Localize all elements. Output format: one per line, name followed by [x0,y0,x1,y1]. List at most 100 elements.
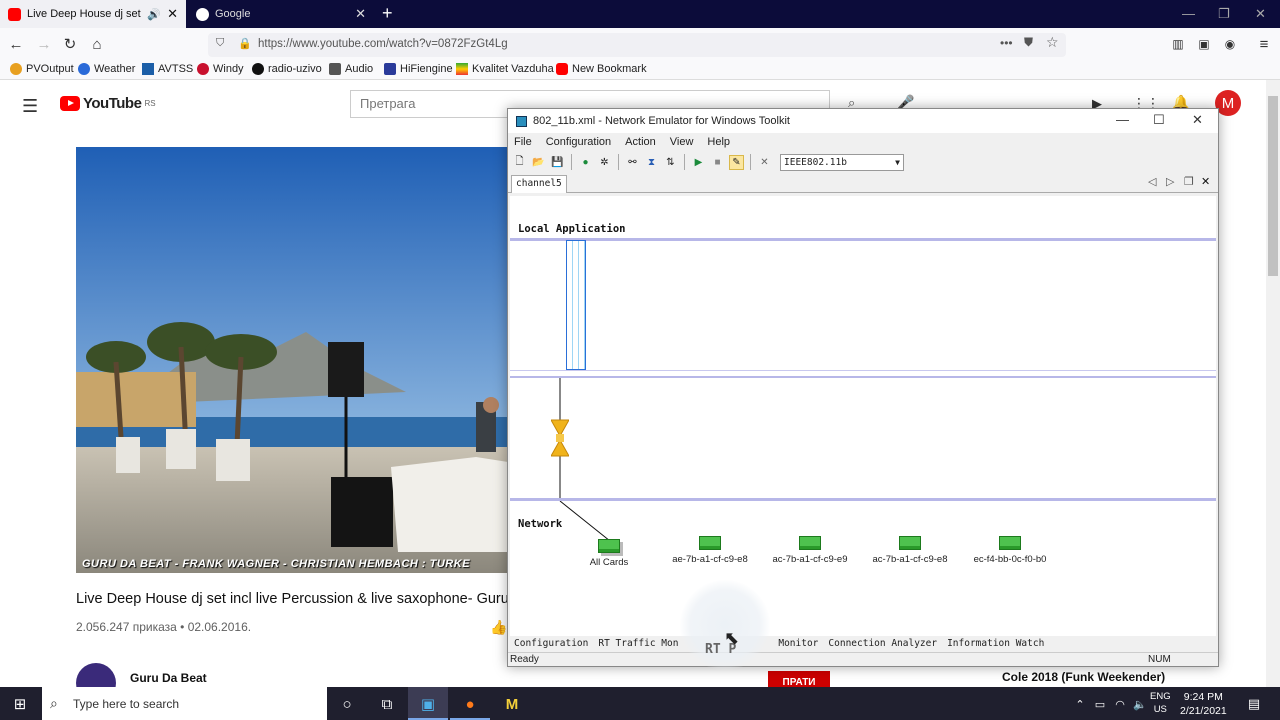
browser-tab-google[interactable]: Google ✕ [188,0,374,28]
maximize-icon[interactable]: ☐ [1153,112,1165,128]
battery-icon[interactable]: ▭ [1090,694,1110,714]
tray-chevron-icon[interactable]: ⌃ [1070,694,1090,714]
network-card-node[interactable]: ac-7b-a1-cf-c9-e8 [860,536,960,565]
capture-icon[interactable]: ✎ [729,154,744,170]
close-icon[interactable]: ✕ [1192,112,1203,128]
sort-icon[interactable]: ⇅ [663,155,678,170]
minimize-icon[interactable]: — [1182,6,1195,21]
lock-icon[interactable]: 🔒 [238,37,252,50]
video-frame [76,147,508,573]
browser-tab-youtube[interactable]: Live Deep House dj set incl 🔊 ✕ [0,0,186,28]
menu-action[interactable]: Action [625,136,656,148]
search-icon: ⌕ [50,695,58,711]
network-emulator-window: 802_11b.xml - Network Emulator for Windo… [507,108,1219,667]
menu-icon[interactable]: ≡ [1254,34,1274,54]
bookmark-avtss[interactable]: AVTSS [142,63,193,75]
shield-icon[interactable]: ⛉ [216,37,224,50]
tab-title: Live Deep House dj set incl [27,8,141,20]
video-player[interactable] [76,147,508,573]
tab-information-watch[interactable]: Information Watch [947,638,1044,649]
save-icon[interactable]: 💾 [550,155,565,170]
network-card-node[interactable]: ae-7b-a1-cf-c9-e8 [660,536,760,565]
window-title-bar[interactable]: 802_11b.xml - Network Emulator for Windo… [508,109,1218,133]
menu-file[interactable]: File [514,136,532,148]
network-card-node[interactable]: ac-7b-a1-cf-c9-e9 [760,536,860,565]
bookmark-windy[interactable]: Windy [197,63,244,75]
wifi-icon[interactable]: ◠ [1110,694,1130,714]
reload-icon[interactable]: ↻ [60,34,80,54]
new-file-icon[interactable]: 🗋 [512,155,527,170]
account-icon[interactable]: ◉ [1220,34,1240,54]
lane-divider [510,498,1216,501]
volume-icon[interactable]: 🔈 [1130,694,1150,714]
windows-start-icon[interactable]: ⊞ [10,694,30,714]
library-icon[interactable]: ▥ [1168,34,1188,54]
speaker-icon[interactable]: 🔊 [147,8,161,21]
menu-view[interactable]: View [670,136,694,148]
menu-help[interactable]: Help [707,136,730,148]
tab-monitor[interactable]: Monitor [778,638,818,649]
browser-tab-bar: Live Deep House dj set incl 🔊 ✕ Google ✕… [0,0,1280,28]
bookmark-new[interactable]: New Bookmark [556,63,647,75]
bookmark-kvalitet-vazduha[interactable]: Kvalitet Vazduha [456,63,554,75]
close-window-icon[interactable]: ✕ [1255,6,1266,22]
wizard-icon[interactable]: ✲ [597,155,612,170]
globe-icon[interactable]: ● [578,155,593,170]
new-tab-button[interactable]: + [382,3,393,24]
more-actions-icon[interactable]: ••• [1000,36,1013,50]
tab-next-icon[interactable]: ▷ [1166,175,1174,188]
home-icon[interactable]: ⌂ [87,34,107,54]
link-filter-icon[interactable] [550,418,570,461]
task-view-icon[interactable]: ⧉ [377,694,397,714]
filter-icon[interactable]: ⧗ [644,155,659,170]
air-quality-icon [456,63,468,75]
bookmark-radio-uzivo[interactable]: radio-uzivo [252,63,322,75]
network-card-node[interactable]: All Cards [559,539,659,568]
star-bookmark-icon[interactable]: ☆ [1046,34,1059,51]
tab-connection-analyzer[interactable]: Connection Analyzer [828,638,937,649]
forward-arrow-icon[interactable]: → [34,34,54,54]
topology-icon[interactable]: ⚯ [625,155,640,170]
bookmark-audio[interactable]: Audio [329,63,373,75]
network-card-node[interactable]: ec-f4-bb-0c-f0-b0 [960,536,1060,565]
subscribe-button[interactable]: ПРАТИ [768,671,830,688]
close-pane-icon[interactable]: ✕ [1201,175,1210,188]
bookmark-pvoutput[interactable]: PVOutput [10,63,74,75]
back-arrow-icon[interactable]: ← [6,34,26,54]
scrollbar-thumb[interactable] [1268,96,1278,276]
restore-icon[interactable]: ❐ [1218,6,1230,22]
start-icon[interactable]: ▶ [691,155,706,170]
hamburger-menu-icon[interactable]: ☰ [22,96,38,117]
clock[interactable]: 9:24 PM 2/21/2021 [1180,690,1227,718]
minimize-icon[interactable]: — [1116,112,1129,127]
stop-icon[interactable]: ■ [710,155,725,170]
close-tab-icon[interactable]: ✕ [167,6,178,22]
url-text[interactable]: https://www.youtube.com/watch?v=0872FzGt… [258,38,508,50]
bookmark-hifiengine[interactable]: HiFiengine [384,63,453,75]
input-language-indicator[interactable]: ENG US [1150,690,1171,716]
standard-select[interactable]: IEEE802.11b ▼ [780,153,904,171]
sun-icon [10,63,22,75]
cortana-icon[interactable]: ○ [337,694,357,714]
restore-pane-icon[interactable]: ❐ [1184,175,1194,188]
tab-prev-icon[interactable]: ◁ [1148,175,1156,188]
delete-icon[interactable]: ✕ [757,155,772,170]
video-title: Live Deep House dj set incl live Percuss… [76,591,508,607]
tab-configuration[interactable]: Configuration [514,638,588,649]
tab-channel[interactable]: channel5 [511,175,567,193]
pocket-icon[interactable]: ⛊ [1024,35,1033,50]
radio-icon [252,63,264,75]
document-tab-row: channel5 ◁ ▷ ❐ ✕ [508,173,1218,193]
side-video-title[interactable]: Cole 2018 (Funk Weekender) [1002,670,1202,684]
youtube-logo[interactable]: YouTube RS [60,95,156,112]
notification-icon[interactable]: ▤ [1244,694,1264,714]
bookmark-weather[interactable]: Weather [78,63,135,75]
channel-name[interactable]: Guru Da Beat [130,671,207,685]
topology-canvas[interactable]: Local Application Network All Cards ae-7… [510,196,1216,636]
toolbar-divider [750,154,751,170]
sidebar-icon[interactable]: ▣ [1194,34,1214,54]
close-tab-icon[interactable]: ✕ [355,6,366,22]
like-icon[interactable]: 👍 [490,619,507,636]
menu-configuration[interactable]: Configuration [546,136,611,148]
open-folder-icon[interactable]: 📂 [531,155,546,170]
